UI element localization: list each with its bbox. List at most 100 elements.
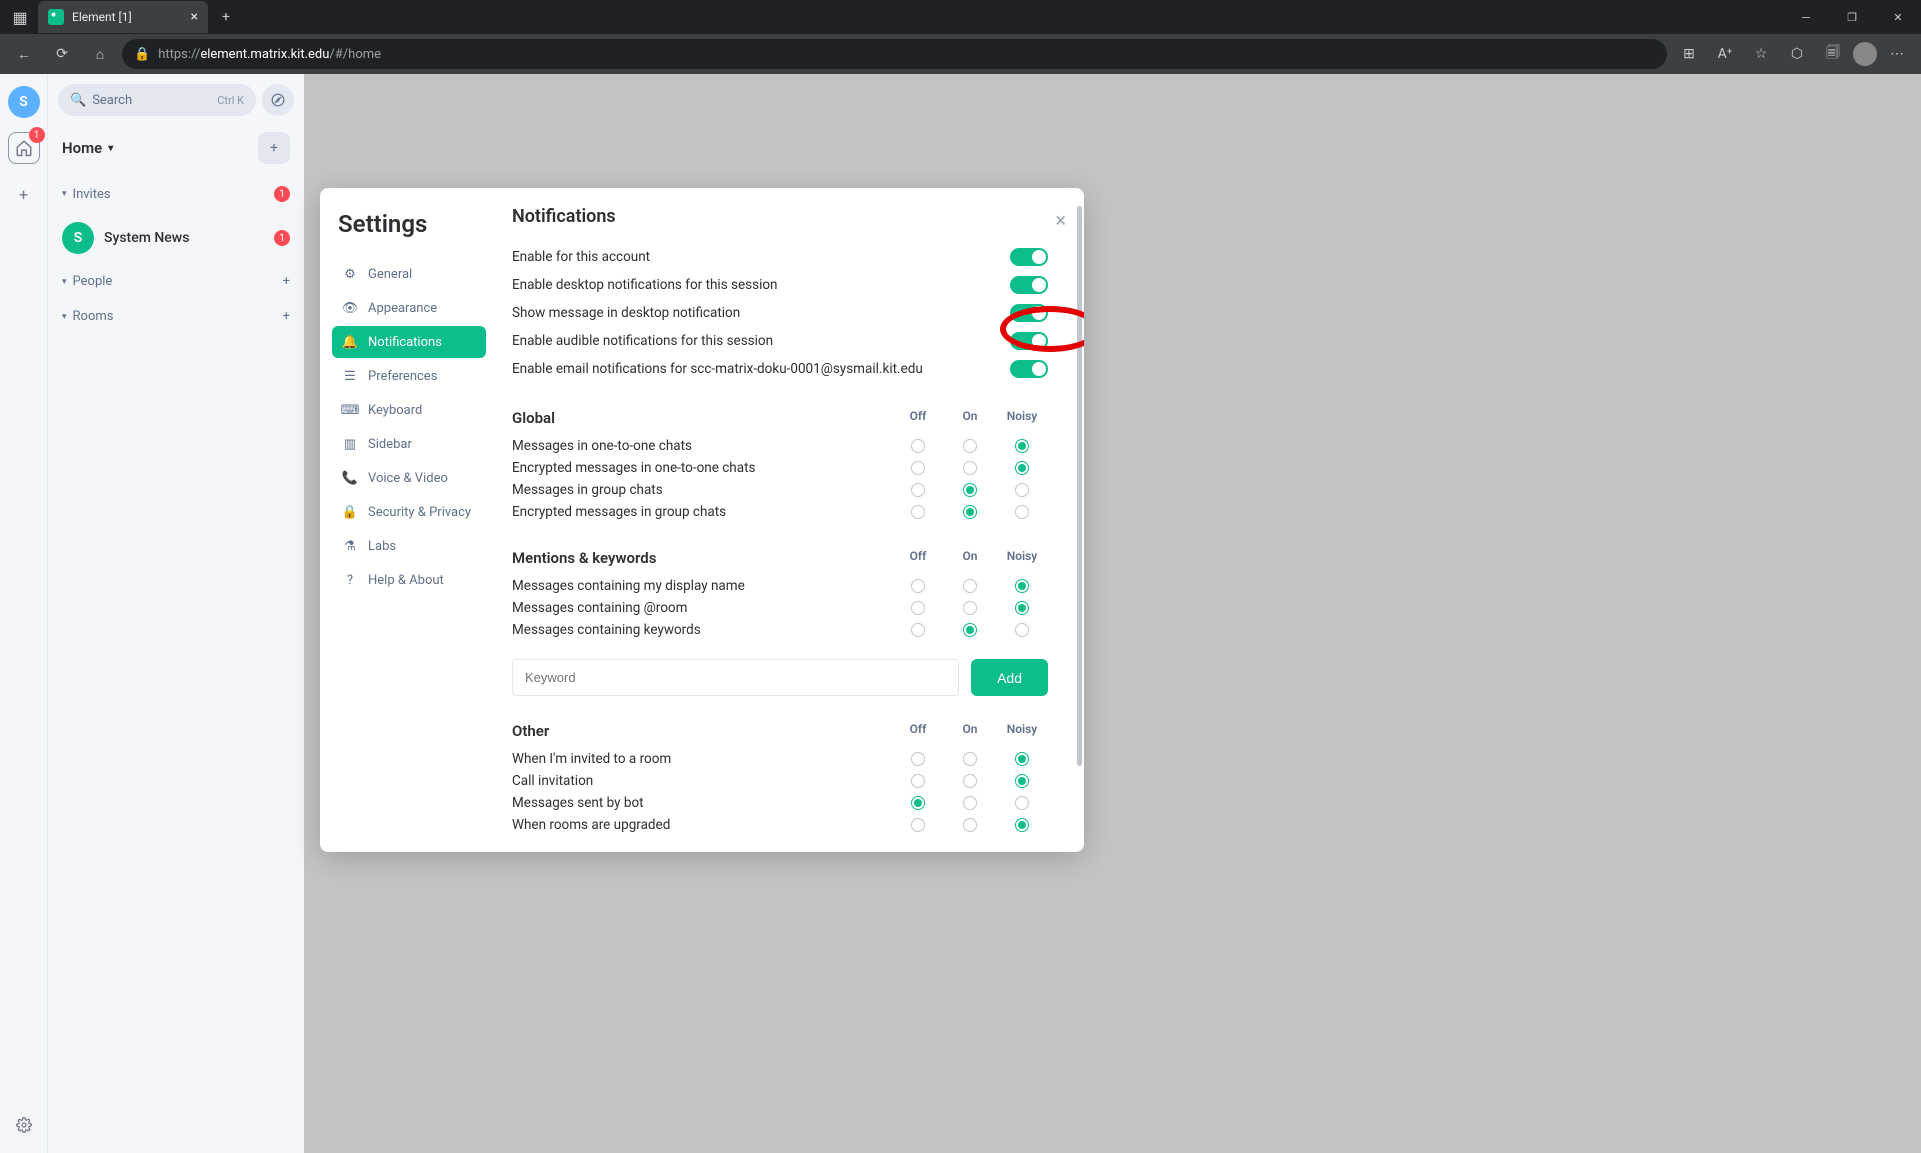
radio-option[interactable] (1015, 461, 1029, 475)
search-input[interactable]: 🔍Search Ctrl K (58, 84, 256, 116)
radio-option[interactable] (1015, 439, 1029, 453)
radio-option[interactable] (1015, 483, 1029, 497)
radio-option[interactable] (963, 796, 977, 810)
radio-option[interactable] (963, 439, 977, 453)
radio-row-label: When rooms are upgraded (512, 817, 892, 833)
nav-item-label: Sidebar (368, 437, 412, 452)
radio-option[interactable] (911, 796, 925, 810)
radio-option[interactable] (911, 439, 925, 453)
nav-item-icon: 📞 (342, 470, 358, 486)
nav-item-label: Notifications (368, 335, 442, 350)
radio-option[interactable] (1015, 774, 1029, 788)
nav-item-icon: 👁 (342, 300, 358, 316)
radio-option[interactable] (1015, 505, 1029, 519)
explore-button[interactable] (262, 84, 294, 116)
section-people[interactable]: ▾People + (58, 268, 294, 295)
settings-nav-security-privacy[interactable]: 🔒Security & Privacy (332, 496, 486, 528)
settings-nav-help-about[interactable]: ?Help & About (332, 564, 486, 596)
settings-nav-appearance[interactable]: 👁Appearance (332, 292, 486, 324)
window-minimize-button[interactable]: ─ (1783, 0, 1829, 34)
user-avatar[interactable]: S (8, 86, 40, 118)
section-invites[interactable]: ▾Invites 1 (58, 180, 294, 208)
radio-option[interactable] (911, 461, 925, 475)
radio-option[interactable] (963, 505, 977, 519)
radio-option[interactable] (963, 579, 977, 593)
radio-option[interactable] (911, 752, 925, 766)
settings-nav-voice-video[interactable]: 📞Voice & Video (332, 462, 486, 494)
settings-nav-sidebar[interactable]: ▥Sidebar (332, 428, 486, 460)
room-item-system-news[interactable]: S System News 1 (58, 216, 294, 260)
radio-option[interactable] (911, 579, 925, 593)
address-bar[interactable]: 🔒 https://element.matrix.kit.edu/#/home (122, 39, 1667, 69)
collections-icon[interactable]: 🗐 (1817, 38, 1849, 70)
settings-nav-labs[interactable]: ⚗Labs (332, 530, 486, 562)
radio-option[interactable] (1015, 752, 1029, 766)
add-people-button[interactable]: + (283, 274, 290, 289)
new-tab-button[interactable]: + (212, 3, 240, 31)
nav-home-button[interactable]: ⌂ (84, 38, 116, 70)
radio-option[interactable] (963, 818, 977, 832)
toggle-switch[interactable] (1010, 360, 1048, 378)
radio-option[interactable] (1015, 623, 1029, 637)
nav-item-label: Preferences (368, 369, 437, 384)
search-shortcut: Ctrl K (217, 94, 244, 107)
scrollbar[interactable] (1077, 206, 1082, 766)
read-aloud-icon[interactable]: A⁺ (1709, 38, 1741, 70)
settings-nav-notifications[interactable]: 🔔Notifications (332, 326, 486, 358)
window-maximize-button[interactable]: ❐ (1829, 0, 1875, 34)
radio-option[interactable] (963, 483, 977, 497)
section-rooms[interactable]: ▾Rooms + (58, 303, 294, 330)
settings-nav-keyboard[interactable]: ⌨Keyboard (332, 394, 486, 426)
more-icon[interactable]: ⋯ (1881, 38, 1913, 70)
tab-manager-icon[interactable]: ▦ (6, 3, 34, 31)
settings-nav-general[interactable]: ⚙General (332, 258, 486, 290)
toggle-row: Enable email notifications for scc-matri… (512, 355, 1048, 383)
radio-option[interactable] (963, 752, 977, 766)
home-space-button[interactable]: 1 (8, 132, 40, 164)
toggle-switch[interactable] (1010, 248, 1048, 266)
quick-settings-button[interactable] (8, 1109, 40, 1141)
radio-option[interactable] (963, 601, 977, 615)
chevron-down-icon: ▾ (62, 277, 67, 287)
radio-col-header: Off (892, 722, 944, 740)
profile-avatar-icon[interactable] (1853, 42, 1877, 66)
add-extension-icon[interactable]: ⊞ (1673, 38, 1705, 70)
keyword-input[interactable] (512, 659, 959, 696)
radio-option[interactable] (911, 483, 925, 497)
toggle-switch[interactable] (1010, 276, 1048, 294)
radio-row-label: Messages containing @room (512, 600, 892, 616)
radio-option[interactable] (911, 623, 925, 637)
radio-option[interactable] (911, 505, 925, 519)
radio-option[interactable] (911, 818, 925, 832)
settings-nav-preferences[interactable]: ☰Preferences (332, 360, 486, 392)
radio-col-header: Noisy (996, 549, 1048, 567)
radio-col-header: Noisy (996, 409, 1048, 427)
add-keyword-button[interactable]: Add (971, 659, 1048, 696)
close-tab-icon[interactable]: × (191, 9, 198, 25)
radio-option[interactable] (963, 623, 977, 637)
create-space-button[interactable]: + (8, 178, 40, 210)
browser-tab-element[interactable]: Element [1] × (38, 1, 208, 33)
radio-option[interactable] (1015, 601, 1029, 615)
window-close-button[interactable]: ✕ (1875, 0, 1921, 34)
toggle-switch[interactable] (1010, 304, 1048, 322)
add-room-button[interactable]: + (283, 309, 290, 324)
radio-option[interactable] (963, 774, 977, 788)
home-heading[interactable]: Home▾ (62, 139, 113, 157)
radio-option[interactable] (1015, 796, 1029, 810)
extensions-icon[interactable]: ⬡ (1781, 38, 1813, 70)
settings-body: Notifications Enable for this accountEna… (498, 188, 1084, 852)
radio-option[interactable] (911, 774, 925, 788)
home-add-button[interactable]: + (258, 132, 290, 164)
favorites-icon[interactable]: ☆ (1745, 38, 1777, 70)
toggle-switch[interactable] (1010, 332, 1048, 350)
radio-col-header: Off (892, 409, 944, 427)
nav-item-icon: ⚗ (342, 538, 358, 554)
nav-refresh-button[interactable]: ⟳ (46, 38, 78, 70)
radio-row-label: Messages sent by bot (512, 795, 892, 811)
radio-option[interactable] (1015, 579, 1029, 593)
radio-option[interactable] (911, 601, 925, 615)
nav-back-button[interactable]: ← (8, 38, 40, 70)
radio-option[interactable] (963, 461, 977, 475)
radio-option[interactable] (1015, 818, 1029, 832)
